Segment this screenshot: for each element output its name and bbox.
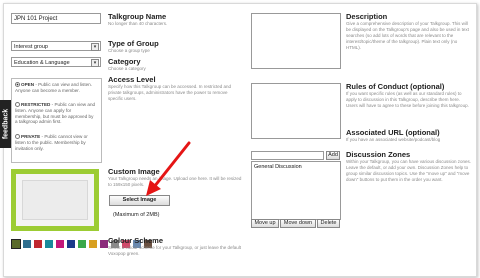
category-title: Category [108, 57, 141, 66]
colour-swatch[interactable] [34, 240, 42, 248]
colour-scheme-hint: Select a colour scheme for your Talkgrou… [108, 245, 241, 256]
radio-open[interactable] [15, 82, 20, 87]
feedback-label: feedback [2, 108, 10, 140]
group-type-title: Type of Group [108, 39, 159, 48]
talkgroup-name-title: Talkgroup Name [108, 12, 167, 21]
rules-textarea[interactable] [251, 83, 341, 139]
description-title: Description [346, 12, 388, 21]
colour-swatch[interactable] [56, 240, 64, 248]
colour-swatch[interactable] [67, 240, 75, 248]
rules-title: Rules of Conduct (optional) [346, 82, 445, 91]
group-type-hint: Choose a group type [108, 48, 150, 53]
group-type-value: Interest group [14, 44, 48, 50]
associated-url-title: Associated URL (optional) [346, 128, 440, 137]
category-hint: Choose a category [108, 66, 146, 71]
discussion-zones-hint: Within your Talkgroup, you can have vari… [346, 159, 471, 182]
add-zone-button[interactable]: Add [326, 151, 340, 160]
colour-swatch[interactable] [23, 240, 31, 248]
zone-item-general[interactable]: General Discussion [254, 164, 302, 170]
description-hint: Give a comprehensive description of your… [346, 21, 469, 50]
access-option-open[interactable]: OPEN - Public can view and listen. Anyon… [15, 82, 97, 94]
access-option-restricted[interactable]: RESTRICTED - Public can view and listen.… [15, 102, 97, 125]
colour-swatch[interactable] [45, 240, 53, 248]
category-select[interactable]: Education & Language ▾ [11, 57, 101, 67]
chevron-down-icon: ▾ [91, 59, 99, 67]
zone-name-input[interactable] [251, 151, 324, 160]
talkgroup-name-hint: No longer than 40 characters. [108, 21, 168, 26]
talkgroup-name-input[interactable]: JPN 101 Project [11, 13, 101, 24]
colour-swatch[interactable] [78, 240, 86, 248]
max-size-note: (Maximum of 2MB) [113, 212, 160, 218]
radio-restricted[interactable] [15, 102, 20, 107]
colour-scheme-title: Colour Scheme [108, 236, 164, 245]
colour-swatch[interactable] [100, 240, 108, 248]
access-level-options: OPEN - Public can view and listen. Anyon… [11, 78, 102, 163]
associated-url-hint: If you have an associated website/podcas… [346, 137, 441, 142]
discussion-zones-title: Discussion Zones [346, 150, 411, 159]
description-textarea[interactable] [251, 13, 341, 69]
move-down-button[interactable]: Move down [280, 219, 316, 228]
group-type-select[interactable]: Interest group ▾ [11, 41, 101, 51]
colour-swatch[interactable] [11, 239, 21, 249]
access-level-title: Access Level [108, 75, 156, 84]
access-option-private[interactable]: PRIVATE - Public cannot view or listen t… [15, 134, 97, 151]
access-level-hint: Specify how this Talkgroup can be access… [108, 84, 231, 101]
category-value: Education & Language [14, 60, 70, 66]
radio-private[interactable] [15, 134, 20, 139]
rules-hint: If you want specific rules (as well as o… [346, 91, 469, 108]
move-up-button[interactable]: Move up [251, 219, 279, 228]
custom-image-preview [11, 169, 99, 231]
delete-zone-button[interactable]: Delete [317, 219, 340, 228]
chevron-down-icon: ▾ [91, 43, 99, 51]
red-arrow-icon [146, 141, 191, 196]
colour-swatch[interactable] [89, 240, 97, 248]
zones-list[interactable]: General Discussion [251, 161, 341, 220]
